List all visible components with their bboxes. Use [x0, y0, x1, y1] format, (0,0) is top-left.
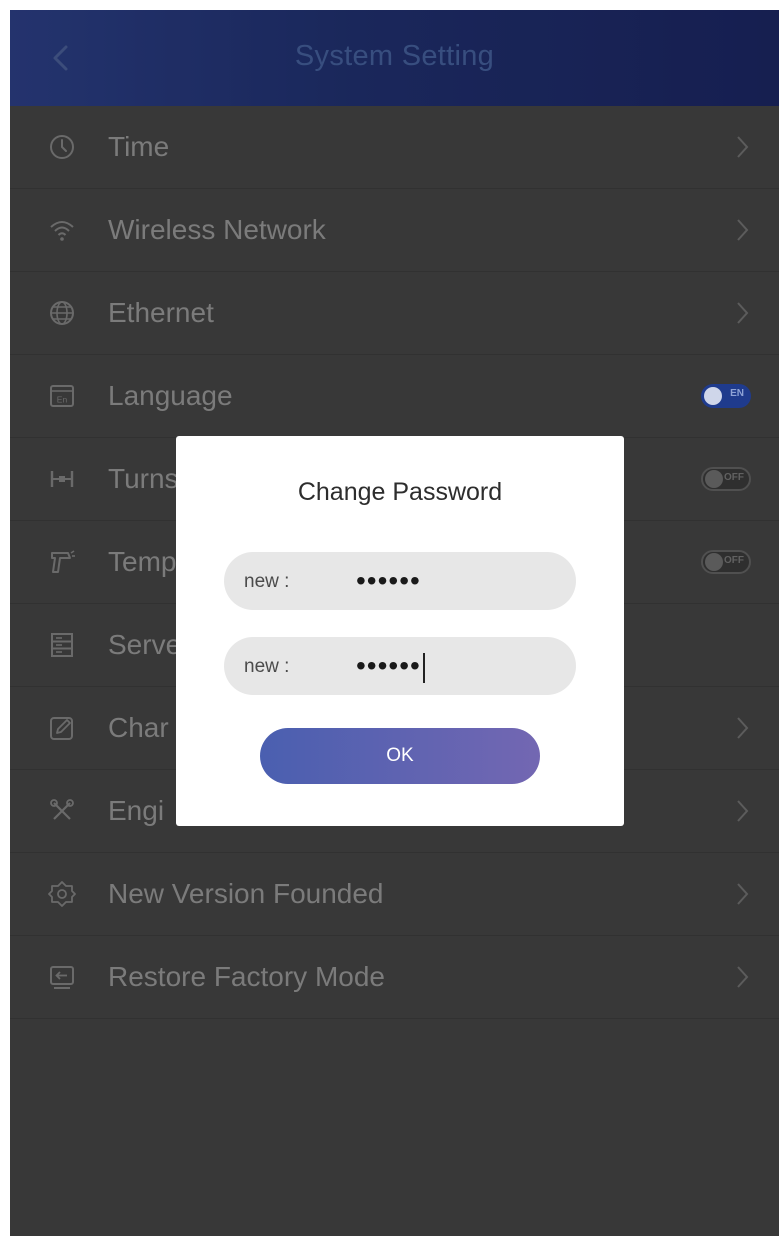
- settings-item-label: Char: [108, 712, 169, 743]
- new-password-value: ••••••: [356, 565, 421, 596]
- language-icon: En: [50, 385, 74, 407]
- new-password-field[interactable]: new : ••••••: [224, 552, 576, 610]
- language-toggle[interactable]: EN: [701, 384, 751, 408]
- confirm-password-value-wrap: ••••••: [356, 650, 425, 683]
- change-password-dialog: Change Password new : •••••• new : •••••…: [176, 436, 624, 826]
- settings-item-label: Restore Factory Mode: [108, 961, 385, 992]
- chevron-right-icon: [737, 717, 749, 739]
- tools-icon: [50, 799, 74, 820]
- svg-text:En: En: [57, 395, 68, 405]
- settings-item-label: Ethernet: [108, 297, 214, 328]
- turnstile-icon: [50, 471, 74, 487]
- settings-item-wireless-network[interactable]: Wireless Network: [10, 189, 779, 272]
- new-password-label: new :: [244, 571, 290, 592]
- chevron-right-icon: [737, 302, 749, 324]
- toggle-text: OFF: [724, 472, 744, 483]
- dialog-title: Change Password: [297, 478, 503, 506]
- chevron-right-icon: [737, 966, 749, 988]
- chevron-right-icon: [737, 800, 749, 822]
- confirm-password-label: new :: [244, 656, 290, 677]
- settings-item-new-version[interactable]: New Version Founded: [10, 853, 779, 936]
- text-cursor: [422, 652, 425, 683]
- server-icon: [51, 633, 73, 657]
- settings-item-language[interactable]: En Language EN: [10, 355, 779, 438]
- settings-item-label: Engi: [108, 795, 165, 826]
- settings-item-label: Turns: [108, 463, 179, 494]
- toggle-text: OFF: [724, 555, 744, 566]
- settings-item-label: Temp: [108, 546, 177, 577]
- settings-item-label: New Version Founded: [108, 878, 384, 909]
- ok-button[interactable]: OK: [260, 728, 540, 784]
- globe-icon: [50, 301, 74, 325]
- temperature-toggle[interactable]: OFF: [701, 550, 751, 574]
- settings-item-label: Language: [108, 380, 233, 411]
- edit-icon: [50, 717, 73, 740]
- wifi-icon: [50, 221, 74, 241]
- chevron-right-icon: [737, 219, 749, 241]
- chevron-right-icon: [737, 883, 749, 905]
- settings-item-restore-factory-mode[interactable]: Restore Factory Mode: [10, 936, 779, 1019]
- toggle-knob: [704, 387, 722, 405]
- app-screen: System Setting Time Wireless Network Eth…: [10, 10, 779, 1236]
- settings-item-label: Time: [108, 131, 170, 162]
- toggle-text: EN: [730, 388, 744, 399]
- settings-item-ethernet[interactable]: Ethernet: [10, 272, 779, 355]
- restore-icon: [50, 966, 74, 989]
- chevron-right-icon: [737, 136, 749, 158]
- settings-item-label: Serve: [108, 629, 182, 660]
- confirm-password-value: ••••••: [356, 650, 421, 681]
- thermometer-icon: [51, 550, 75, 573]
- toggle-knob: [705, 470, 723, 488]
- toggle-knob: [705, 553, 723, 571]
- settings-item-label: Wireless Network: [108, 214, 326, 245]
- settings-item-time[interactable]: Time: [10, 106, 779, 189]
- modal-overlay-header: [10, 10, 779, 106]
- turnstile-toggle[interactable]: OFF: [701, 467, 751, 491]
- clock-icon: [50, 135, 74, 159]
- confirm-password-field[interactable]: new : ••••••: [224, 637, 576, 695]
- gear-icon: [48, 881, 76, 907]
